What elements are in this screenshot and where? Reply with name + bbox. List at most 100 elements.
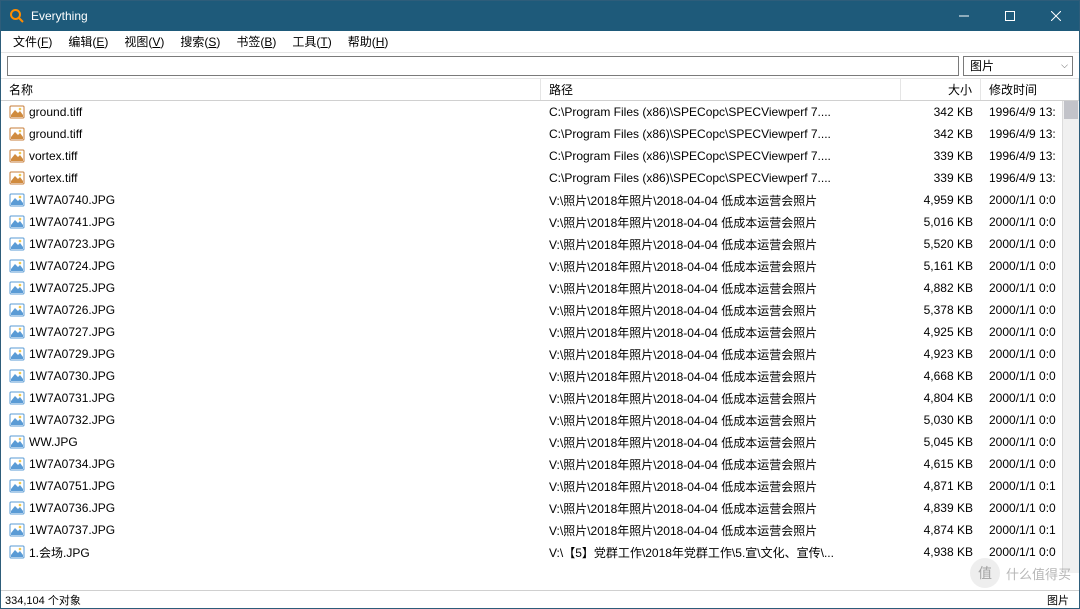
file-path: V:\照片\2018年照片\2018-04-04 低成本运营会照片	[541, 522, 901, 539]
table-row[interactable]: WW.JPGV:\照片\2018年照片\2018-04-04 低成本运营会照片5…	[1, 431, 1079, 453]
app-icon	[9, 8, 25, 24]
file-size: 342 KB	[901, 127, 981, 141]
table-row[interactable]: ground.tiffC:\Program Files (x86)\SPECop…	[1, 101, 1079, 123]
table-row[interactable]: 1W7A0732.JPG V:\照片\2018年照片\2018-04-04 低成本…	[1, 409, 1079, 431]
menubar: 文件(F)编辑(E)视图(V)搜索(S)书签(B)工具(T)帮助(H)	[1, 31, 1079, 53]
menu-item-f[interactable]: 文件(F)	[5, 31, 60, 52]
file-path: V:\照片\2018年照片\2018-04-04 低成本运营会照片	[541, 412, 901, 429]
file-size: 4,923 KB	[901, 347, 981, 361]
file-path: C:\Program Files (x86)\SPECopc\SPECViewp…	[541, 171, 901, 185]
file-icon	[9, 126, 25, 142]
file-name: 1W7A0730.JPG	[29, 369, 115, 383]
file-name: 1W7A0724.JPG	[29, 259, 115, 273]
chevron-down-icon: ⌵	[1061, 60, 1068, 71]
window-frame: Everything 文件(F)编辑(E)视图(V)搜索(S)书签(B)工具(T…	[0, 0, 1080, 609]
results-list[interactable]: ground.tiff C:\Program Files (x86)\SPECop…	[1, 101, 1079, 590]
table-row[interactable]: 1W7A0724.JPG V:\照片\2018年照片\2018-04-04 低成本…	[1, 255, 1079, 277]
file-name: vortex.tiff	[29, 171, 77, 185]
menu-item-h[interactable]: 帮助(H)	[340, 31, 397, 52]
file-icon	[9, 544, 25, 560]
menu-item-v[interactable]: 视图(V)	[116, 31, 172, 52]
file-name: 1W7A0737.JPG	[29, 523, 115, 537]
table-row[interactable]: 1W7A0725.JPG V:\照片\2018年照片\2018-04-04 低成本…	[1, 277, 1079, 299]
table-row[interactable]: 1W7A0751.JPGV:\照片\2018年照片\2018-04-04 低成本…	[1, 475, 1079, 497]
table-row[interactable]: 1W7A0741.JPGV:\照片\2018年照片\2018-04-04 低成本…	[1, 211, 1079, 233]
menu-item-b[interactable]: 书签(B)	[228, 31, 284, 52]
file-size: 339 KB	[901, 171, 981, 185]
filter-dropdown[interactable]: 图片 ⌵	[963, 56, 1073, 76]
file-size: 5,520 KB	[901, 237, 981, 251]
file-icon	[9, 236, 25, 252]
file-name: 1.会场.JPG	[29, 544, 90, 561]
filter-selected-label: 图片	[970, 57, 994, 74]
file-path: C:\Program Files (x86)\SPECopc\SPECViewp…	[541, 127, 901, 141]
table-row[interactable]: 1W7A0723.JPGV:\照片\2018年照片\2018-04-04 低成本…	[1, 233, 1079, 255]
file-path: V:\照片\2018年照片\2018-04-04 低成本运营会照片	[541, 500, 901, 517]
table-row[interactable]: vortex.tiff C:\Program Files (x86)\SPECop…	[1, 167, 1079, 189]
file-icon	[9, 456, 25, 472]
file-name: 1W7A0727.JPG	[29, 325, 115, 339]
scroll-thumb[interactable]	[1064, 101, 1078, 119]
menu-item-e[interactable]: 编辑(E)	[60, 31, 116, 52]
titlebar[interactable]: Everything	[1, 1, 1079, 31]
file-name: 1W7A0732.JPG	[29, 413, 115, 427]
file-path: V:\照片\2018年照片\2018-04-04 低成本运营会照片	[541, 258, 901, 275]
file-icon	[9, 302, 25, 318]
file-icon	[9, 214, 25, 230]
table-row[interactable]: ground.tiff C:\Program Files (x86)\SPECop…	[1, 123, 1079, 145]
menu-item-t[interactable]: 工具(T)	[284, 31, 339, 52]
header-size[interactable]: 大小	[901, 79, 981, 100]
file-name: 1W7A0725.JPG	[29, 281, 115, 295]
header-name[interactable]: 名称	[1, 79, 541, 100]
file-size: 342 KB	[901, 105, 981, 119]
header-path[interactable]: 路径	[541, 79, 901, 100]
header-date[interactable]: 修改时间	[981, 79, 1079, 100]
file-path: V:\照片\2018年照片\2018-04-04 低成本运营会照片	[541, 214, 901, 231]
file-path: V:\照片\2018年照片\2018-04-04 低成本运营会照片	[541, 434, 901, 451]
file-icon	[9, 192, 25, 208]
table-row[interactable]: 1W7A0731.JPGV:\照片\2018年照片\2018-04-04 低成本…	[1, 387, 1079, 409]
table-row[interactable]: 1W7A0729.JPGV:\照片\2018年照片\2018-04-04 低成本…	[1, 343, 1079, 365]
file-path: C:\Program Files (x86)\SPECopc\SPECViewp…	[541, 149, 901, 163]
file-size: 5,161 KB	[901, 259, 981, 273]
file-name: 1W7A0726.JPG	[29, 303, 115, 317]
file-icon	[9, 104, 25, 120]
menu-item-s[interactable]: 搜索(S)	[172, 31, 228, 52]
file-icon	[9, 280, 25, 296]
file-icon	[9, 148, 25, 164]
file-name: ground.tiff	[29, 127, 82, 141]
file-size: 4,839 KB	[901, 501, 981, 515]
table-row[interactable]: 1W7A0730.JPGV:\照片\2018年照片\2018-04-04 低成本…	[1, 365, 1079, 387]
status-count: 334,104 个对象	[5, 592, 1047, 608]
column-headers: 名称 路径 大小 修改时间	[1, 79, 1079, 101]
table-row[interactable]: 1W7A0726.JPGV:\照片\2018年照片\2018-04-04 低成本…	[1, 299, 1079, 321]
file-icon	[9, 368, 25, 384]
file-size: 4,959 KB	[901, 193, 981, 207]
table-row[interactable]: 1W7A0737.JPG V:\照片\2018年照片\2018-04-04 低成本…	[1, 519, 1079, 541]
table-row[interactable]: 1W7A0727.JPGV:\照片\2018年照片\2018-04-04 低成本…	[1, 321, 1079, 343]
minimize-button[interactable]	[941, 1, 987, 31]
file-size: 5,016 KB	[901, 215, 981, 229]
file-name: 1W7A0731.JPG	[29, 391, 115, 405]
file-name: 1W7A0723.JPG	[29, 237, 115, 251]
file-path: V:\照片\2018年照片\2018-04-04 低成本运营会照片	[541, 346, 901, 363]
table-row[interactable]: 1W7A0736.JPGV:\照片\2018年照片\2018-04-04 低成本…	[1, 497, 1079, 519]
table-row[interactable]: 1W7A0740.JPGV:\照片\2018年照片\2018-04-04 低成本…	[1, 189, 1079, 211]
table-row[interactable]: 1W7A0734.JPGV:\照片\2018年照片\2018-04-04 低成本…	[1, 453, 1079, 475]
vertical-scrollbar[interactable]	[1062, 101, 1079, 573]
statusbar: 334,104 个对象 图片	[1, 590, 1079, 608]
close-button[interactable]	[1033, 1, 1079, 31]
file-size: 4,925 KB	[901, 325, 981, 339]
file-icon	[9, 324, 25, 340]
file-size: 5,030 KB	[901, 413, 981, 427]
search-input[interactable]	[7, 56, 959, 76]
toolbar: 图片 ⌵	[1, 53, 1079, 79]
maximize-button[interactable]	[987, 1, 1033, 31]
file-path: V:\照片\2018年照片\2018-04-04 低成本运营会照片	[541, 280, 901, 297]
table-row[interactable]: 1.会场.JPGV:\【5】党群工作\2018年党群工作\5.宣\文化、宣传\.…	[1, 541, 1079, 563]
file-name: 1W7A0734.JPG	[29, 457, 115, 471]
table-row[interactable]: vortex.tiffC:\Program Files (x86)\SPECop…	[1, 145, 1079, 167]
file-path: V:\照片\2018年照片\2018-04-04 低成本运营会照片	[541, 192, 901, 209]
status-mode: 图片	[1047, 592, 1075, 608]
file-icon	[9, 412, 25, 428]
